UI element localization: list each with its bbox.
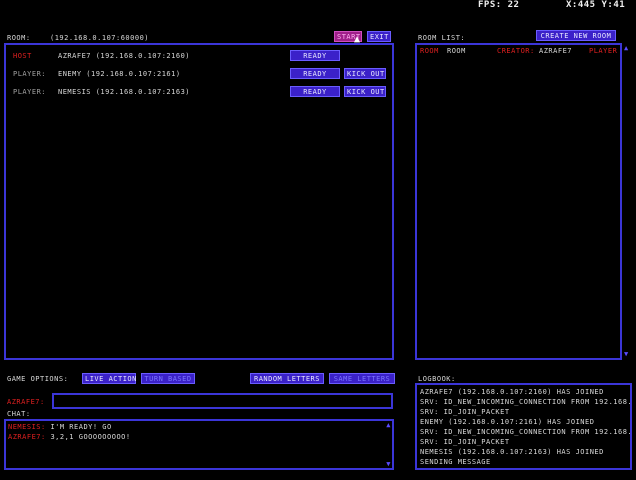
chat-label: CHAT:	[7, 410, 31, 418]
column-header-creator: CREATOR:	[497, 47, 535, 55]
cursor-coords: x:445 y:41	[566, 0, 626, 10]
scroll-down-icon[interactable]: ▼	[624, 350, 629, 358]
player-name: NEMESIS (192.168.0.107:2163)	[58, 88, 191, 96]
fps-counter: FPS: 22	[478, 0, 520, 10]
logbook-panel: AZRAFE7 (192.168.0.107:2160) HAS JOINED …	[415, 383, 632, 470]
room-panel: HOST AZRAFE7 (192.168.0.107:2160) READY …	[4, 43, 394, 360]
scroll-up-icon[interactable]: ▲	[624, 44, 629, 52]
live-action-button[interactable]: LIVE ACTION	[82, 373, 136, 384]
log-line: ENEMY (192.168.0.107:2161) HAS JOINED	[420, 418, 595, 426]
chat-scroll-up-icon[interactable]: ▲	[386, 421, 391, 429]
same-letters-button[interactable]: SAME LETTERS	[329, 373, 395, 384]
chat-panel: NEMESIS: I'M READY! GO AZRAFE7: 3,2,1 GO…	[4, 419, 394, 470]
chat-message: AZRAFE7: 3,2,1 GOOOOOOOOO!	[8, 433, 131, 441]
logbook-label: LOGBOOK:	[418, 375, 456, 383]
chat-message-text: 3,2,1 GOOOOOOOOO!	[50, 433, 131, 441]
room-list-panel: ROOM ROOM CREATOR: AZRAFE7 PLAYER	[415, 43, 622, 360]
column-header-room: ROOM	[420, 47, 439, 55]
chat-message-user: AZRAFE7:	[8, 433, 46, 441]
player-role: PLAYER:	[13, 70, 47, 78]
chat-message-text: I'M READY! GO	[50, 423, 112, 431]
kick-out-button[interactable]: KICK OUT	[344, 86, 386, 97]
random-letters-button[interactable]: RANDOM LETTERS	[250, 373, 324, 384]
chat-scroll-down-icon[interactable]: ▼	[386, 460, 391, 468]
ready-button[interactable]: READY	[290, 86, 340, 97]
room-address: (192.168.0.107:60000)	[50, 34, 150, 42]
chat-message-user: NEMESIS:	[8, 423, 46, 431]
chat-input[interactable]	[52, 393, 393, 409]
player-role: PLAYER:	[13, 88, 47, 96]
log-line: SRV: ID_JOIN_PACKET	[420, 408, 510, 416]
column-header-players: PLAYER	[589, 47, 618, 55]
chat-input-prefix: AZRAFE7:	[7, 398, 45, 406]
log-line: SENDING MESSAGE	[420, 458, 491, 466]
room-list-scrollbar[interactable]: ▲ ▼	[624, 44, 630, 358]
creator-name: AZRAFE7	[539, 47, 573, 55]
room-list-label: ROOM LIST:	[418, 34, 466, 42]
player-name: ENEMY (192.168.0.107:2161)	[58, 70, 181, 78]
room-name: ROOM	[447, 47, 466, 55]
log-line: SRV: ID_NEW_INCOMING_CONNECTION FROM 192…	[420, 398, 632, 406]
player-name: AZRAFE7 (192.168.0.107:2160)	[58, 52, 191, 60]
exit-button[interactable]: EXIT	[367, 31, 391, 42]
game-options-label: GAME OPTIONS:	[7, 375, 69, 383]
create-new-room-button[interactable]: CREATE NEW ROOM	[536, 30, 616, 41]
log-line: AZRAFE7 (192.168.0.107:2160) HAS JOINED	[420, 388, 604, 396]
chat-message: NEMESIS: I'M READY! GO	[8, 423, 112, 431]
ready-button[interactable]: READY	[290, 50, 340, 61]
log-line: SRV: ID_JOIN_PACKET	[420, 438, 510, 446]
log-line: SRV: ID_NEW_INCOMING_CONNECTION FROM 192…	[420, 428, 632, 436]
kick-out-button[interactable]: KICK OUT	[344, 68, 386, 79]
log-line: NEMESIS (192.168.0.107:2163) HAS JOINED	[420, 448, 604, 456]
turn-based-button[interactable]: TURN BASED	[141, 373, 195, 384]
room-label: ROOM:	[7, 34, 31, 42]
ready-button[interactable]: READY	[290, 68, 340, 79]
player-role: HOST	[13, 52, 32, 60]
